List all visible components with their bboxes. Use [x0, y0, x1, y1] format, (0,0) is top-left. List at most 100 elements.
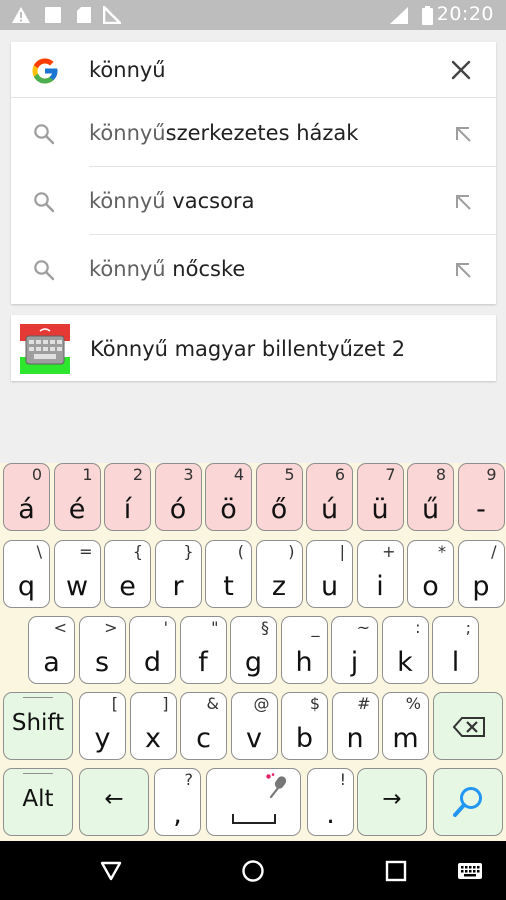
search-action-key[interactable]: [433, 768, 503, 836]
key-alt-label: 6: [334, 465, 345, 484]
key-label: s: [94, 647, 110, 678]
key-label: q: [17, 571, 36, 602]
key-alt-label: [: [111, 694, 118, 713]
suggestion-item[interactable]: könnyűszerkezetes házak: [11, 99, 496, 167]
key--[interactable]: 9-: [457, 463, 505, 531]
left-arrow-key[interactable]: ←: [79, 768, 149, 836]
key-x[interactable]: ] x: [129, 692, 177, 760]
key-alt-label: 2: [132, 465, 143, 484]
suggestion-item[interactable]: könnyű nőcske: [11, 235, 496, 303]
key-label: é: [68, 494, 86, 525]
key-h[interactable]: _ h: [280, 616, 328, 684]
key-k[interactable]: :k: [381, 616, 429, 684]
key-label: ú: [320, 494, 339, 525]
key-f[interactable]: " f: [179, 616, 227, 684]
key-label: w: [65, 571, 89, 602]
google-logo-icon: [32, 58, 58, 84]
home-icon[interactable]: [241, 859, 265, 883]
shift-key[interactable]: Shift: [3, 692, 73, 760]
navigation-bar: [0, 841, 506, 900]
key-ű[interactable]: 8ű: [407, 463, 454, 531]
key-ó[interactable]: 3ó: [154, 463, 202, 531]
fill-query-arrow-icon[interactable]: [454, 125, 472, 143]
key-label: í: [123, 494, 132, 525]
key-indicator-line: [23, 773, 53, 774]
fill-query-arrow-icon[interactable]: [454, 261, 472, 279]
key-r[interactable]: } r: [154, 540, 202, 608]
suggestion-text: könnyű vacsora: [89, 189, 255, 213]
key-o[interactable]: * o: [407, 540, 454, 608]
search-input[interactable]: [89, 52, 429, 88]
key-label: o: [422, 571, 439, 602]
key-label: f: [198, 647, 208, 678]
key-alt-label: >: [104, 618, 118, 637]
search-card: könnyűszerkezetes házak könnyű vacsora k…: [11, 42, 496, 304]
key-t[interactable]: (t: [205, 540, 252, 608]
key-alt-label: &: [206, 694, 219, 713]
suggestion-text: könnyűszerkezetes házak: [89, 121, 359, 145]
search-bar: [11, 42, 496, 98]
key-v[interactable]: @ v: [230, 692, 278, 760]
battery-icon: [422, 6, 433, 25]
key-á[interactable]: 0á: [3, 463, 50, 531]
key-é[interactable]: 1é: [53, 463, 101, 531]
key-q[interactable]: \ q: [3, 540, 50, 608]
recents-icon[interactable]: [385, 860, 407, 882]
fill-query-arrow-icon[interactable]: [454, 193, 472, 211]
suggestion-item[interactable]: könnyű vacsora: [11, 167, 496, 235]
key-l[interactable]: ; l: [432, 616, 479, 684]
key-a[interactable]: < a: [28, 616, 75, 684]
search-icon: [34, 124, 55, 145]
key-alt-label: $: [309, 694, 320, 713]
key-y[interactable]: [y: [79, 692, 126, 760]
key-n[interactable]: # n: [331, 692, 379, 760]
key-alt-label: *: [438, 542, 446, 561]
key-,[interactable]: ?,: [154, 768, 201, 836]
space-key[interactable]: [206, 768, 301, 836]
key-ö[interactable]: 4ö: [205, 463, 252, 531]
app-name: Könnyű magyar billentyűzet 2: [90, 337, 406, 361]
no-sim-icon: [103, 6, 121, 24]
key-alt-label: 9: [486, 465, 497, 484]
key-ú[interactable]: 6ú: [306, 463, 353, 531]
keyboard-switch-icon[interactable]: [457, 862, 483, 880]
key-label: n: [346, 723, 364, 754]
key-z[interactable]: ) z: [255, 540, 303, 608]
key-d[interactable]: ' d: [129, 616, 176, 684]
key-label: d: [143, 647, 162, 678]
key-alt-label: }: [183, 542, 194, 561]
key-u[interactable]: | u: [306, 540, 353, 608]
key-alt-label: ': [163, 618, 168, 637]
key-label: g: [244, 647, 263, 678]
key-s[interactable]: > s: [78, 616, 126, 684]
alt-key[interactable]: Alt: [3, 768, 73, 836]
backspace-key[interactable]: [433, 692, 503, 760]
key-e[interactable]: {e: [104, 540, 151, 608]
key-alt-label: 1: [82, 465, 93, 484]
key-ő[interactable]: 5ő: [255, 463, 303, 531]
key-i[interactable]: + i: [356, 540, 404, 608]
key-b[interactable]: $ b: [281, 692, 328, 760]
key-alt-label: 4: [233, 465, 244, 484]
key-label: ü: [371, 494, 389, 525]
key-g[interactable]: § g: [230, 616, 277, 684]
key-label: b: [295, 723, 314, 754]
right-arrow-key[interactable]: →: [357, 768, 427, 836]
key-í[interactable]: 2í: [104, 463, 151, 531]
key-alt-label: _: [311, 618, 320, 637]
key-.[interactable]: !.: [307, 768, 354, 836]
key-p[interactable]: / p: [457, 540, 505, 608]
app-suggestion-card[interactable]: Könnyű magyar billentyűzet 2: [11, 315, 496, 381]
key-label: c: [196, 723, 211, 754]
back-icon[interactable]: [99, 859, 123, 883]
key-ü[interactable]: 7ü: [356, 463, 404, 531]
key-j[interactable]: ~ j: [331, 616, 378, 684]
clear-search-button[interactable]: [448, 57, 474, 83]
key-w[interactable]: = w: [53, 540, 101, 608]
status-bar: 20:20: [0, 0, 506, 30]
key-m[interactable]: % m: [382, 692, 429, 760]
search-icon: [34, 192, 55, 213]
left-arrow-label: ←: [104, 786, 124, 812]
key-alt-label: 7: [385, 465, 396, 484]
key-c[interactable]: & c: [180, 692, 227, 760]
